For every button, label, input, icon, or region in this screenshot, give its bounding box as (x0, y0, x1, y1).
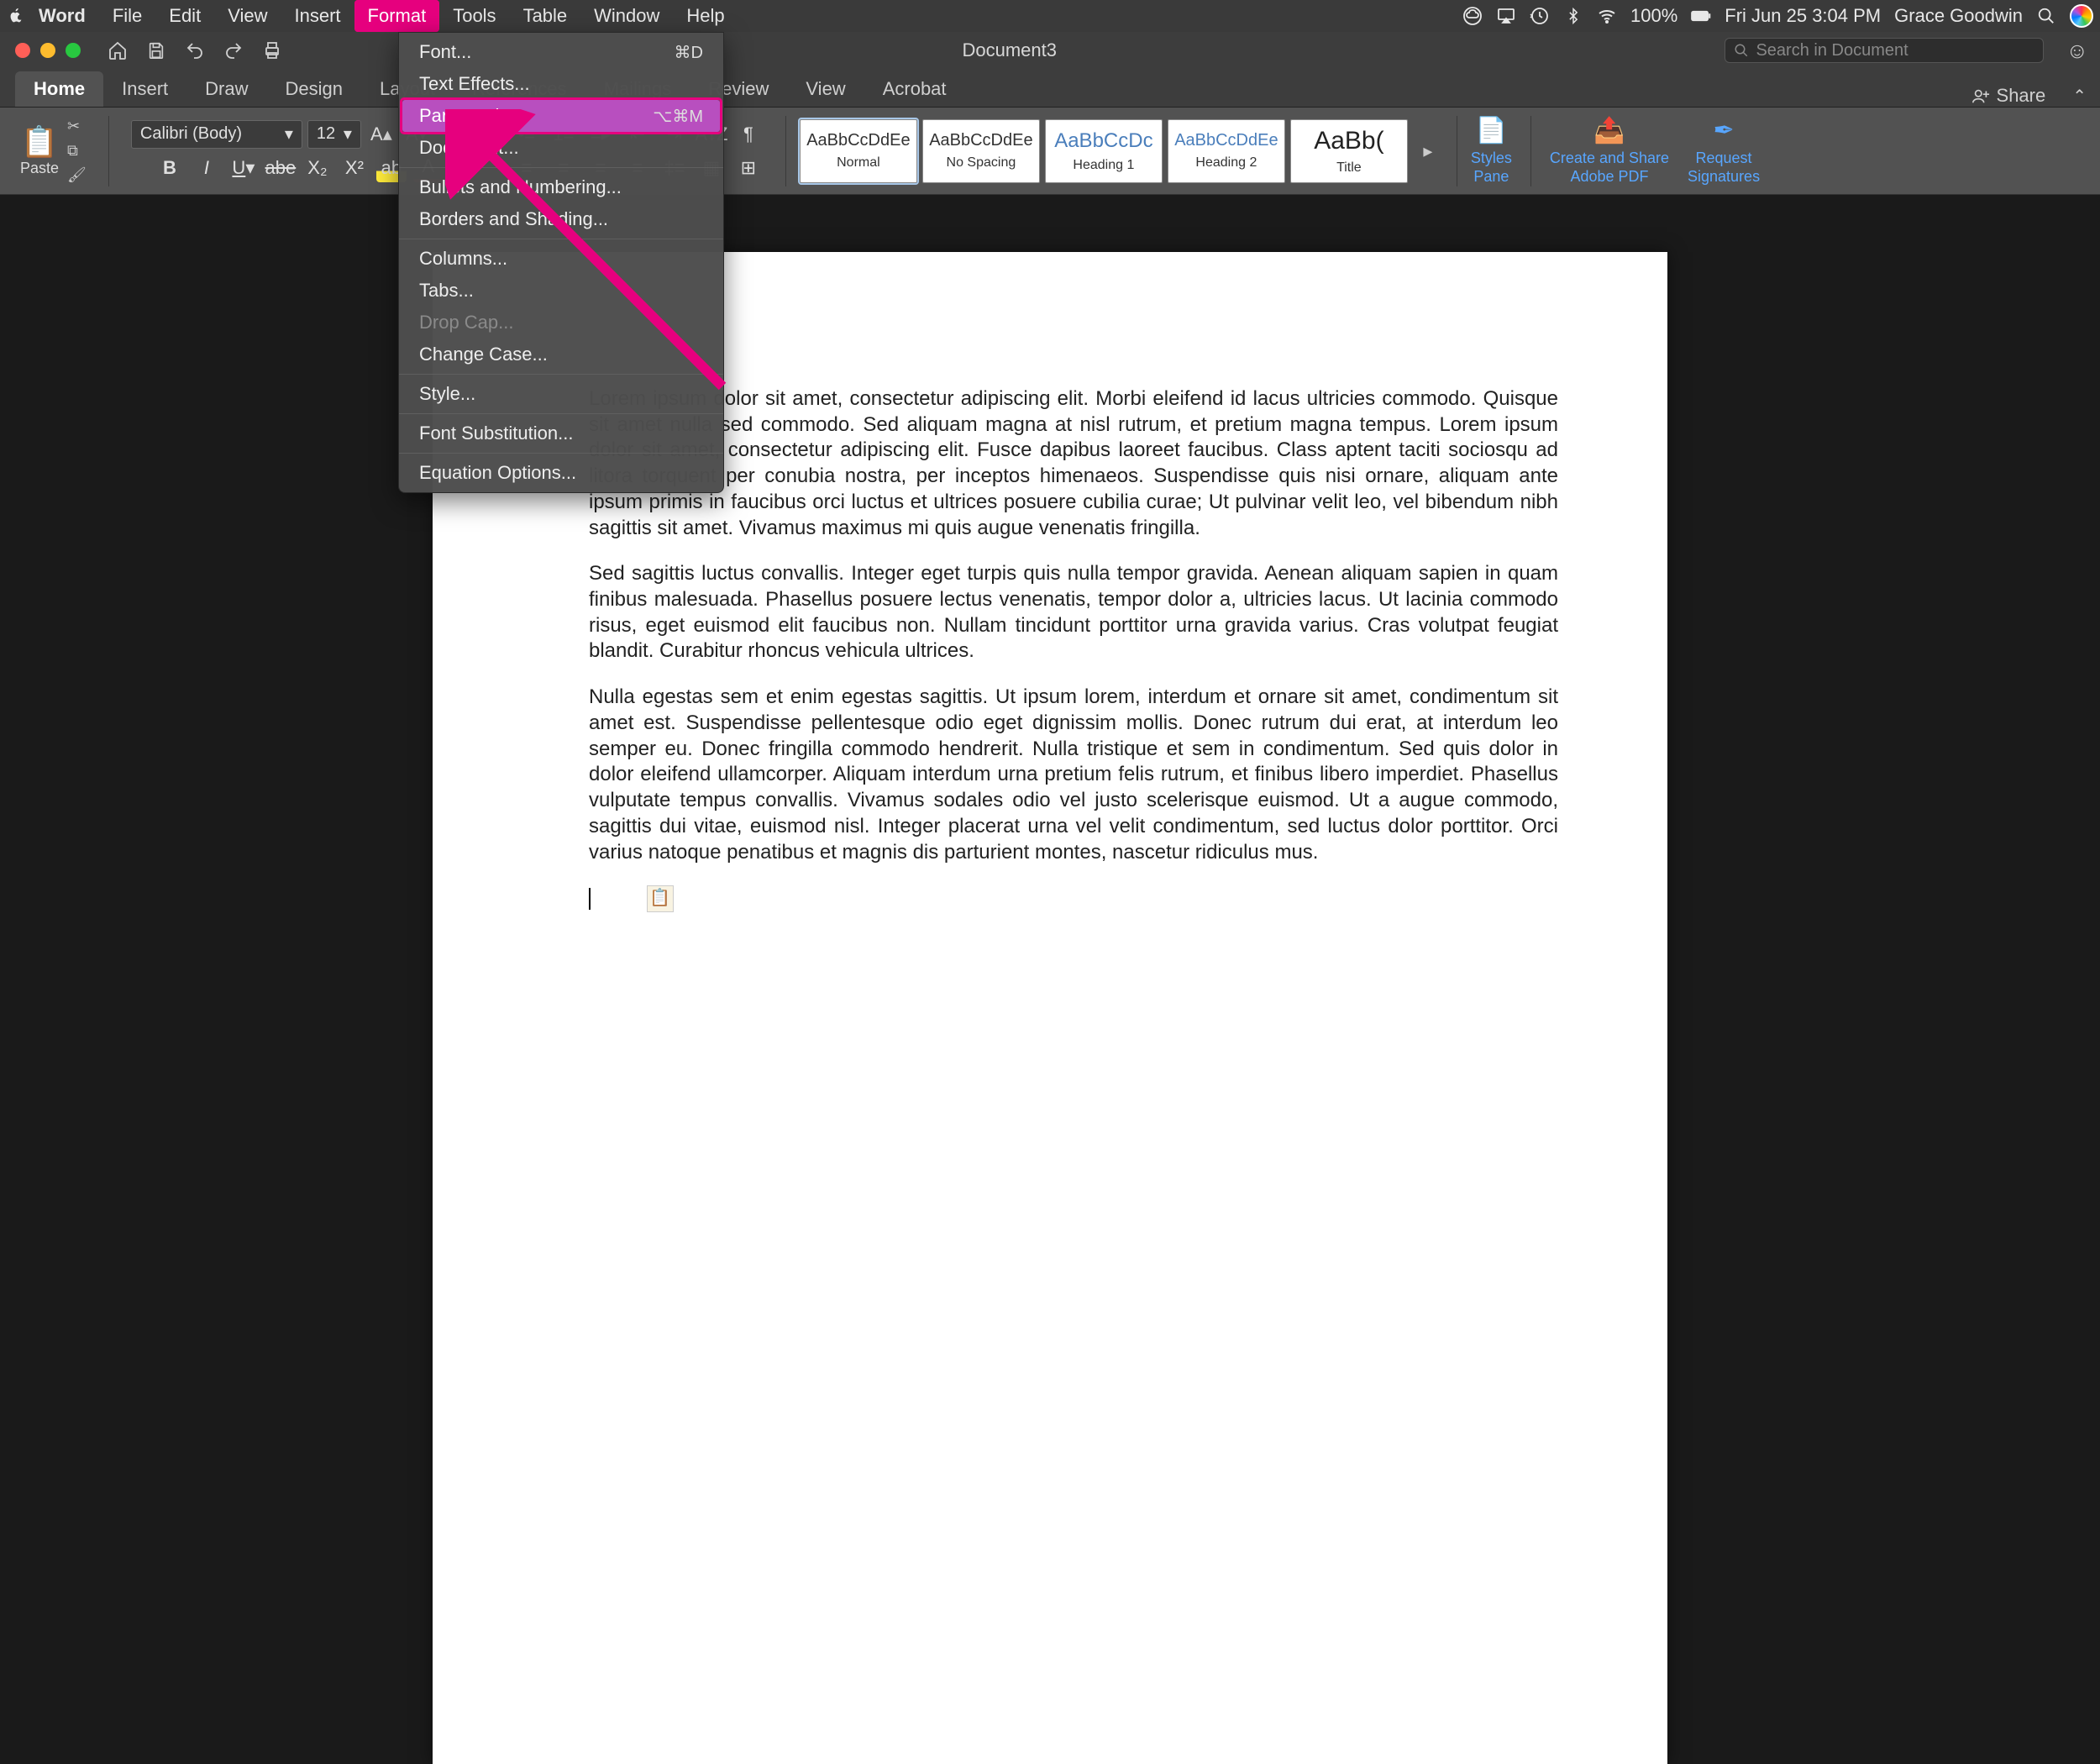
menu-file[interactable]: File (99, 0, 155, 32)
paste-options-icon[interactable]: 📋 (647, 885, 674, 912)
close-window-button[interactable] (15, 43, 30, 58)
window-controls (0, 43, 96, 58)
menu-item-document[interactable]: Document... (399, 132, 723, 164)
window-titlebar: Document3 Search in Document ☺ (0, 32, 2100, 69)
menu-item-drop-cap: Drop Cap... (399, 307, 723, 339)
spotlight-icon[interactable] (2036, 6, 2056, 26)
ribbon-collapse-icon[interactable]: ⌃ (2059, 86, 2100, 107)
apple-menu-icon[interactable] (7, 7, 25, 25)
redo-icon[interactable] (222, 39, 245, 62)
menu-view[interactable]: View (214, 0, 281, 32)
strikethrough-button[interactable]: abe (265, 154, 296, 182)
search-in-document[interactable]: Search in Document (1725, 38, 2044, 63)
style-title[interactable]: AaBb(Title (1290, 119, 1408, 183)
request-signatures-button[interactable]: ✒ Request Signatures (1688, 116, 1760, 186)
menu-item-borders-shading[interactable]: Borders and Shading... (399, 203, 723, 235)
airplay-icon[interactable] (1496, 6, 1516, 26)
menu-item-font[interactable]: Font...⌘D (399, 36, 723, 68)
paste-label: Paste (20, 160, 59, 177)
text-cursor (589, 888, 591, 910)
font-size-combo[interactable]: 12▾ (307, 120, 361, 149)
menu-item-bullets-numbering[interactable]: Bullets and Numbering... (399, 171, 723, 203)
cut-icon[interactable]: ✂ (67, 118, 87, 135)
styles-gallery: AaBbCcDdEeNormal AaBbCcDdEeNo Spacing Aa… (800, 119, 1443, 183)
share-button[interactable]: Share (1958, 85, 2060, 107)
menu-item-tabs[interactable]: Tabs... (399, 275, 723, 307)
battery-icon[interactable] (1691, 6, 1711, 26)
underline-button[interactable]: U▾ (228, 154, 259, 182)
style-heading-2[interactable]: AaBbCcDdEeHeading 2 (1168, 119, 1285, 183)
format-menu-dropdown: Font...⌘D Text Effects... Paragraph...⌥⌘… (398, 32, 724, 493)
menu-table[interactable]: Table (510, 0, 581, 32)
search-placeholder: Search in Document (1756, 41, 1908, 60)
paragraph-2: Sed sagittis luctus convallis. Integer e… (589, 562, 1558, 662)
menu-item-paragraph[interactable]: Paragraph...⌥⌘M (402, 100, 720, 132)
tab-home[interactable]: Home (15, 71, 103, 107)
adobe-pdf-icon: 📤 (1593, 116, 1625, 146)
show-marks-button[interactable]: ¶ (733, 120, 764, 149)
borders-button[interactable]: ⊞ (733, 154, 764, 182)
menu-help[interactable]: Help (673, 0, 738, 32)
document-canvas[interactable]: Lorem ipsum dolor sit amet, consectetur … (0, 195, 2100, 963)
paste-icon[interactable]: 📋 (21, 124, 59, 160)
menu-item-equation-options[interactable]: Equation Options... (399, 457, 723, 489)
bluetooth-icon[interactable] (1563, 6, 1583, 26)
siri-icon[interactable] (2070, 4, 2093, 28)
subscript-button[interactable]: X₂ (302, 154, 333, 182)
undo-icon[interactable] (183, 39, 207, 62)
superscript-button[interactable]: X² (339, 154, 370, 182)
datetime[interactable]: Fri Jun 25 3:04 PM (1725, 5, 1881, 27)
paragraph-1: Lorem ipsum dolor sit amet, consectetur … (589, 387, 1558, 539)
feedback-icon[interactable]: ☺ (2054, 38, 2100, 64)
zoom-window-button[interactable] (66, 43, 81, 58)
menu-window[interactable]: Window (580, 0, 673, 32)
menu-item-font-substitution[interactable]: Font Substitution... (399, 417, 723, 449)
app-name[interactable]: Word (25, 5, 99, 27)
paragraph-3: Nulla egestas sem et enim egestas sagitt… (589, 685, 1558, 863)
italic-button[interactable]: I (192, 154, 222, 182)
style-no-spacing[interactable]: AaBbCcDdEeNo Spacing (922, 119, 1040, 183)
menu-item-style[interactable]: Style... (399, 378, 723, 410)
tab-acrobat[interactable]: Acrobat (864, 71, 965, 107)
menu-item-change-case[interactable]: Change Case... (399, 339, 723, 370)
copy-icon[interactable]: ⧉ (67, 142, 87, 160)
style-heading-1[interactable]: AaBbCcDcHeading 1 (1045, 119, 1163, 183)
home-icon[interactable] (106, 39, 129, 62)
menu-item-text-effects[interactable]: Text Effects... (399, 68, 723, 100)
wifi-icon[interactable] (1597, 6, 1617, 26)
styles-pane-icon: 📄 (1476, 116, 1507, 146)
signature-icon: ✒ (1713, 116, 1734, 146)
tab-insert[interactable]: Insert (103, 71, 186, 107)
menu-insert[interactable]: Insert (281, 0, 354, 32)
styles-pane-button[interactable]: 📄 Styles Pane (1471, 116, 1512, 186)
format-painter-icon[interactable]: 🖌 (67, 166, 87, 184)
user-name[interactable]: Grace Goodwin (1894, 5, 2023, 27)
menu-format[interactable]: Format (354, 0, 440, 32)
time-machine-icon[interactable] (1530, 6, 1550, 26)
tab-view[interactable]: View (787, 71, 864, 107)
menubar-status: 100% Fri Jun 25 3:04 PM Grace Goodwin (1462, 4, 2093, 28)
minimize-window-button[interactable] (40, 43, 55, 58)
ribbon-tabs: Home Insert Draw Design Layout Reference… (0, 69, 2100, 108)
tab-draw[interactable]: Draw (186, 71, 266, 107)
styles-more-icon[interactable]: ▸ (1413, 137, 1443, 165)
macos-menubar: Word File Edit View Insert Format Tools … (0, 0, 2100, 32)
menu-edit[interactable]: Edit (155, 0, 214, 32)
style-normal[interactable]: AaBbCcDdEeNormal (800, 119, 917, 183)
save-icon[interactable] (144, 39, 168, 62)
print-icon[interactable] (260, 39, 284, 62)
font-name-combo[interactable]: Calibri (Body)▾ (131, 120, 302, 149)
battery-percent: 100% (1630, 5, 1677, 27)
bold-button[interactable]: B (155, 154, 185, 182)
menu-item-columns[interactable]: Columns... (399, 243, 723, 275)
clipboard-group: 📋 Paste ✂ ⧉ 🖌 (12, 118, 95, 184)
creative-cloud-icon[interactable] (1462, 6, 1483, 26)
menu-tools[interactable]: Tools (439, 0, 509, 32)
tab-design[interactable]: Design (267, 71, 361, 107)
grow-font-icon[interactable]: A▴ (366, 120, 396, 149)
create-share-pdf-button[interactable]: 📤 Create and Share Adobe PDF (1550, 116, 1669, 186)
ribbon: 📋 Paste ✂ ⧉ 🖌 Calibri (Body)▾ 12▾ A▴ A▾ … (0, 108, 2100, 195)
